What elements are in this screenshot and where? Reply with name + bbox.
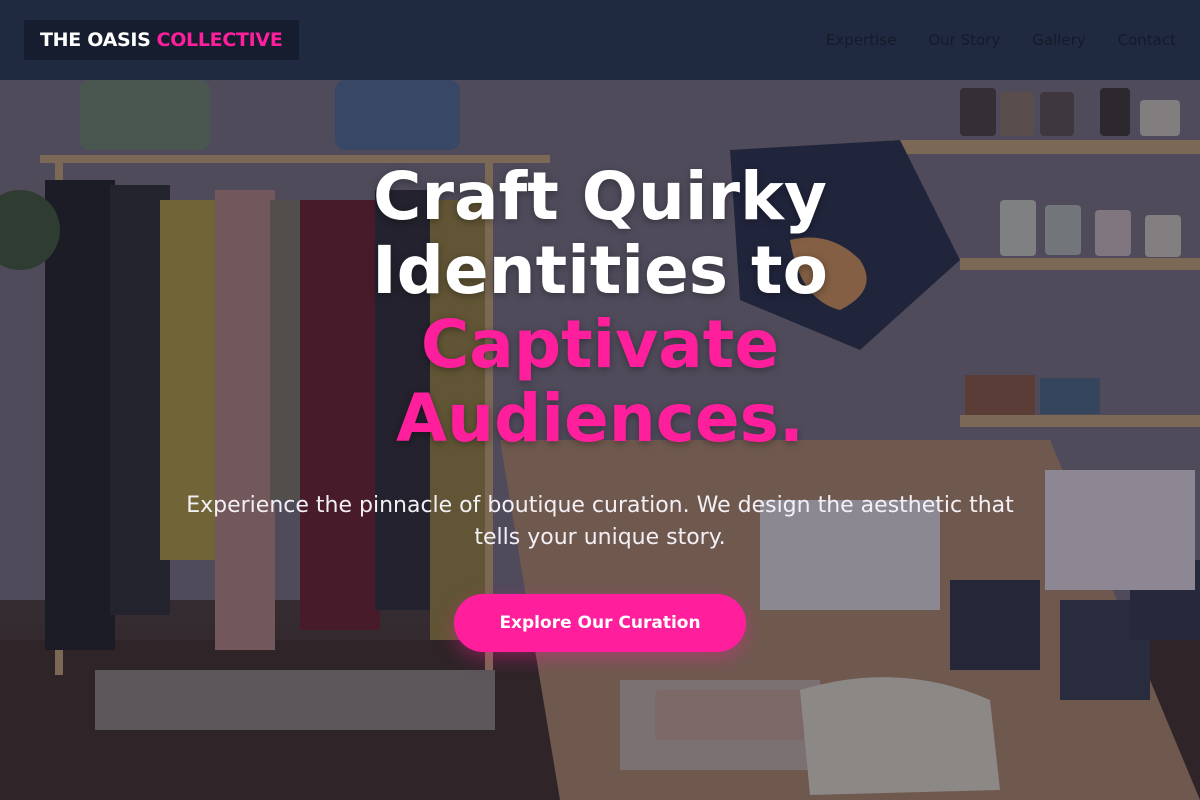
explore-curation-button[interactable]: Explore Our Curation <box>454 594 746 652</box>
logo-accent-text: COLLECTIVE <box>156 29 283 51</box>
headline-line-1: Craft Quirky <box>373 158 827 235</box>
nav-link-our-story[interactable]: Our Story <box>928 31 1000 49</box>
headline-line-4-accent: Audiences. <box>396 380 804 457</box>
site-header: THE OASIS COLLECTIVE Expertise Our Story… <box>0 0 1200 80</box>
headline-line-3-accent: Captivate <box>420 306 780 383</box>
headline-line-2: Identities to <box>372 232 828 309</box>
hero-headline: Craft Quirky Identities to Captivate Aud… <box>0 160 1200 456</box>
nav-link-gallery[interactable]: Gallery <box>1032 31 1085 49</box>
brand-logo[interactable]: THE OASIS COLLECTIVE <box>24 20 299 60</box>
hero-section: Craft Quirky Identities to Captivate Aud… <box>0 160 1200 652</box>
nav-link-expertise[interactable]: Expertise <box>826 31 896 49</box>
main-nav: Expertise Our Story Gallery Contact <box>826 31 1176 49</box>
nav-link-contact[interactable]: Contact <box>1118 31 1176 49</box>
hero-subheadline: Experience the pinnacle of boutique cura… <box>186 493 1014 550</box>
logo-primary-text: THE OASIS <box>40 29 151 51</box>
